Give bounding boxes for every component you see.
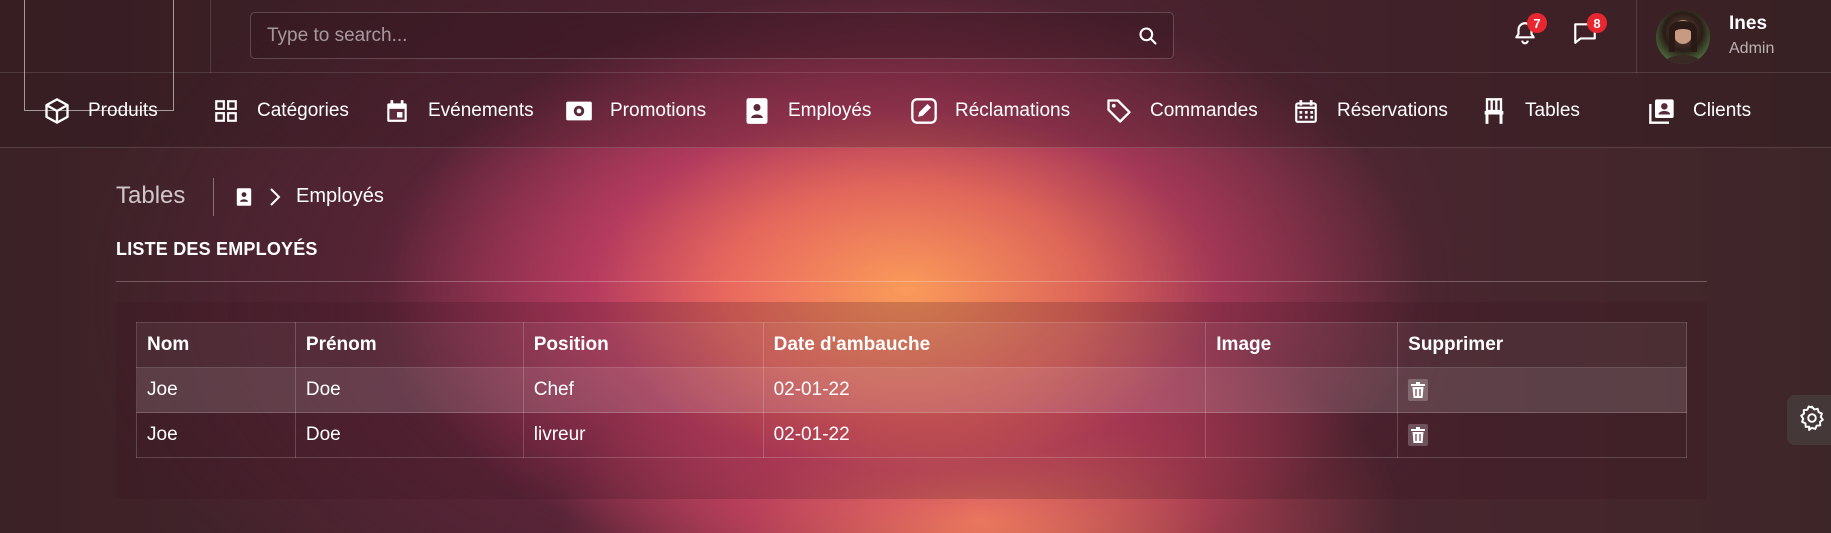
nav-item-label: Evénements <box>428 99 534 121</box>
gear-icon <box>1799 405 1825 436</box>
nav-item-reservations[interactable]: Réservations <box>1291 73 1448 148</box>
page-title: Tables <box>116 182 186 209</box>
section-title: LISTE DES EMPLOYÉS <box>116 239 318 259</box>
calendar-grid-icon <box>1291 96 1321 126</box>
breadcrumb-divider <box>213 178 214 216</box>
cell-position: livreur <box>522 412 764 458</box>
nav-item-commandes[interactable]: Commandes <box>1104 73 1258 148</box>
breadcrumb-current: Employés <box>296 185 384 207</box>
notification-badge: 7 <box>1527 13 1547 33</box>
nav-item-label: Commandes <box>1150 99 1258 121</box>
nav-item-label: Réclamations <box>955 99 1071 121</box>
edit-icon <box>909 96 939 126</box>
trash-icon[interactable] <box>1408 423 1429 446</box>
notifications-button[interactable]: 7 <box>1507 13 1547 52</box>
nav-item-employes[interactable]: Employés <box>742 73 871 148</box>
trash-icon[interactable] <box>1408 378 1429 401</box>
cell-date: 02-01-22 <box>762 367 1207 413</box>
search-input[interactable] <box>251 13 1123 58</box>
grid-icon <box>211 96 241 126</box>
messages-badge: 8 <box>1587 13 1607 33</box>
nav-item-label: Catégories <box>257 99 349 121</box>
top-bar: 7 8 Ines Admin <box>0 0 1831 73</box>
section-divider <box>116 281 1707 282</box>
nav-item-clients[interactable]: Clients <box>1647 73 1751 148</box>
nav-item-promotions[interactable]: Promotions <box>564 73 706 148</box>
table-row[interactable]: Joe Doe Chef 02-01-22 <box>136 367 1687 413</box>
cell-supprimer <box>1397 367 1687 413</box>
cash-icon <box>564 96 594 126</box>
search-icon[interactable] <box>1123 12 1173 59</box>
cell-nom: Joe <box>136 412 296 458</box>
calendar-icon <box>382 96 412 126</box>
employees-card: Nom Prénom Position Date d'ambauche Imag… <box>116 302 1707 499</box>
table-header-row: Nom Prénom Position Date d'ambauche Imag… <box>136 322 1687 368</box>
column-header: Date d'ambauche <box>762 322 1207 368</box>
settings-button[interactable] <box>1787 395 1831 445</box>
column-header: Image <box>1205 322 1399 368</box>
contacts-icon <box>1647 96 1677 126</box>
badge-icon <box>742 96 772 126</box>
cell-image <box>1205 367 1399 413</box>
chevron-right-icon <box>268 187 284 207</box>
column-header: Supprimer <box>1397 322 1687 368</box>
cell-image <box>1205 412 1399 458</box>
cell-supprimer <box>1397 412 1687 458</box>
cell-nom: Joe <box>136 367 296 413</box>
nav-item-tables[interactable]: Tables <box>1479 73 1580 148</box>
user-role: Admin <box>1729 40 1775 57</box>
nav-item-label: Réservations <box>1337 99 1448 121</box>
nav-item-label: Tables <box>1525 99 1580 121</box>
nav-item-label: Employés <box>788 99 872 121</box>
nav-item-label: Clients <box>1693 99 1752 121</box>
column-header: Nom <box>136 322 296 368</box>
column-header: Position <box>522 322 764 368</box>
search-bar[interactable] <box>250 12 1174 59</box>
top-divider <box>210 0 211 73</box>
top-divider <box>1636 0 1637 73</box>
column-header: Prénom <box>294 322 524 368</box>
nav-item-reclamations[interactable]: Réclamations <box>909 73 1070 148</box>
logo-placeholder[interactable] <box>24 0 174 111</box>
avatar[interactable] <box>1656 10 1710 64</box>
cell-position: Chef <box>522 367 764 413</box>
messages-button[interactable]: 8 <box>1567 13 1607 52</box>
user-name[interactable]: Ines <box>1729 13 1767 35</box>
cell-date: 02-01-22 <box>762 412 1207 458</box>
chair-icon <box>1479 96 1509 126</box>
nav-item-evenements[interactable]: Evénements <box>382 73 534 148</box>
employees-table: Nom Prénom Position Date d'ambauche Imag… <box>136 322 1687 458</box>
nav-item-categories[interactable]: Catégories <box>211 73 349 148</box>
table-row[interactable]: Joe Doe livreur 02-01-22 <box>136 412 1687 458</box>
main-nav: Produits Catégories Evénements Promotion… <box>0 73 1831 148</box>
cell-prenom: Doe <box>294 367 524 413</box>
nav-item-label: Promotions <box>610 99 707 121</box>
tag-icon <box>1104 96 1134 126</box>
badge-icon[interactable] <box>236 187 254 207</box>
cell-prenom: Doe <box>294 412 524 458</box>
